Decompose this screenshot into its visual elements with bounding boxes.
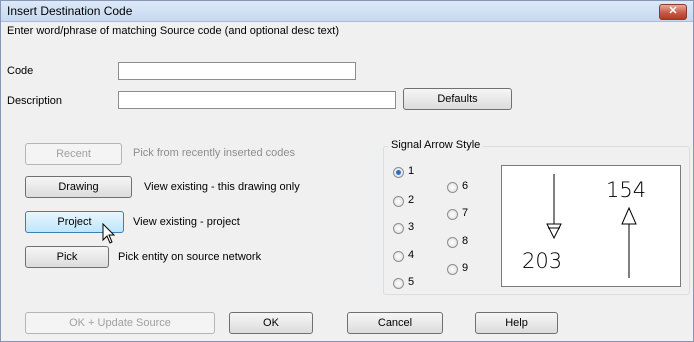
close-button[interactable]: ✕ bbox=[659, 4, 687, 20]
defaults-button[interactable]: Defaults bbox=[403, 88, 512, 110]
ok-button[interactable]: OK bbox=[229, 312, 313, 334]
arrow-style-label-6: 6 bbox=[462, 180, 469, 192]
ok-update-source-button[interactable]: OK + Update Source bbox=[25, 312, 215, 334]
arrow-style-label-9: 9 bbox=[462, 262, 469, 274]
pick-description: Pick entity on source network bbox=[118, 251, 262, 263]
description-label: Description bbox=[7, 95, 63, 107]
arrow-style-label-3: 3 bbox=[408, 221, 415, 233]
mouse-pointer-icon bbox=[102, 223, 116, 244]
arrow-style-label-4: 4 bbox=[408, 249, 415, 261]
arrow-style-radio-2[interactable] bbox=[393, 196, 404, 207]
pick-button[interactable]: Pick bbox=[25, 246, 109, 268]
arrow-style-radio-8[interactable] bbox=[447, 237, 458, 248]
drawing-button[interactable]: Drawing bbox=[25, 176, 132, 198]
arrow-style-label-2: 2 bbox=[408, 194, 415, 206]
insert-destination-code-dialog: Insert Destination Code ✕ Enter word/phr… bbox=[0, 0, 694, 342]
arrow-style-radio-5[interactable] bbox=[393, 278, 404, 289]
arrow-style-radio-6[interactable] bbox=[447, 182, 458, 193]
recent-description: Pick from recently inserted codes bbox=[133, 147, 296, 159]
preview-number-top: 154 bbox=[606, 178, 647, 202]
arrow-style-radio-7[interactable] bbox=[447, 209, 458, 220]
drawing-description: View existing - this drawing only bbox=[144, 181, 300, 193]
preview-number-bottom: 203 bbox=[522, 249, 563, 273]
arrow-style-label-5: 5 bbox=[408, 276, 415, 288]
arrow-style-label-8: 8 bbox=[462, 235, 469, 247]
arrow-style-label-7: 7 bbox=[462, 207, 469, 219]
window-title: Insert Destination Code bbox=[7, 4, 133, 18]
title-bar: Insert Destination Code ✕ bbox=[1, 1, 693, 22]
instruction-text: Enter word/phrase of matching Source cod… bbox=[7, 25, 340, 37]
arrow-style-radio-4[interactable] bbox=[393, 251, 404, 262]
arrow-style-radio-1[interactable] bbox=[393, 167, 404, 178]
arrow-style-label-1: 1 bbox=[408, 165, 415, 177]
recent-button[interactable]: Recent bbox=[25, 143, 122, 165]
description-input[interactable] bbox=[118, 91, 396, 109]
signal-arrow-style-label: Signal Arrow Style bbox=[388, 139, 484, 151]
arrow-style-radio-9[interactable] bbox=[447, 264, 458, 275]
help-button[interactable]: Help bbox=[475, 312, 558, 334]
arrow-style-radio-3[interactable] bbox=[393, 223, 404, 234]
code-label: Code bbox=[7, 65, 34, 77]
code-input[interactable] bbox=[118, 62, 356, 80]
project-description: View existing - project bbox=[133, 216, 240, 228]
arrow-style-preview: 154 203 bbox=[501, 165, 681, 287]
cancel-button[interactable]: Cancel bbox=[347, 312, 443, 334]
